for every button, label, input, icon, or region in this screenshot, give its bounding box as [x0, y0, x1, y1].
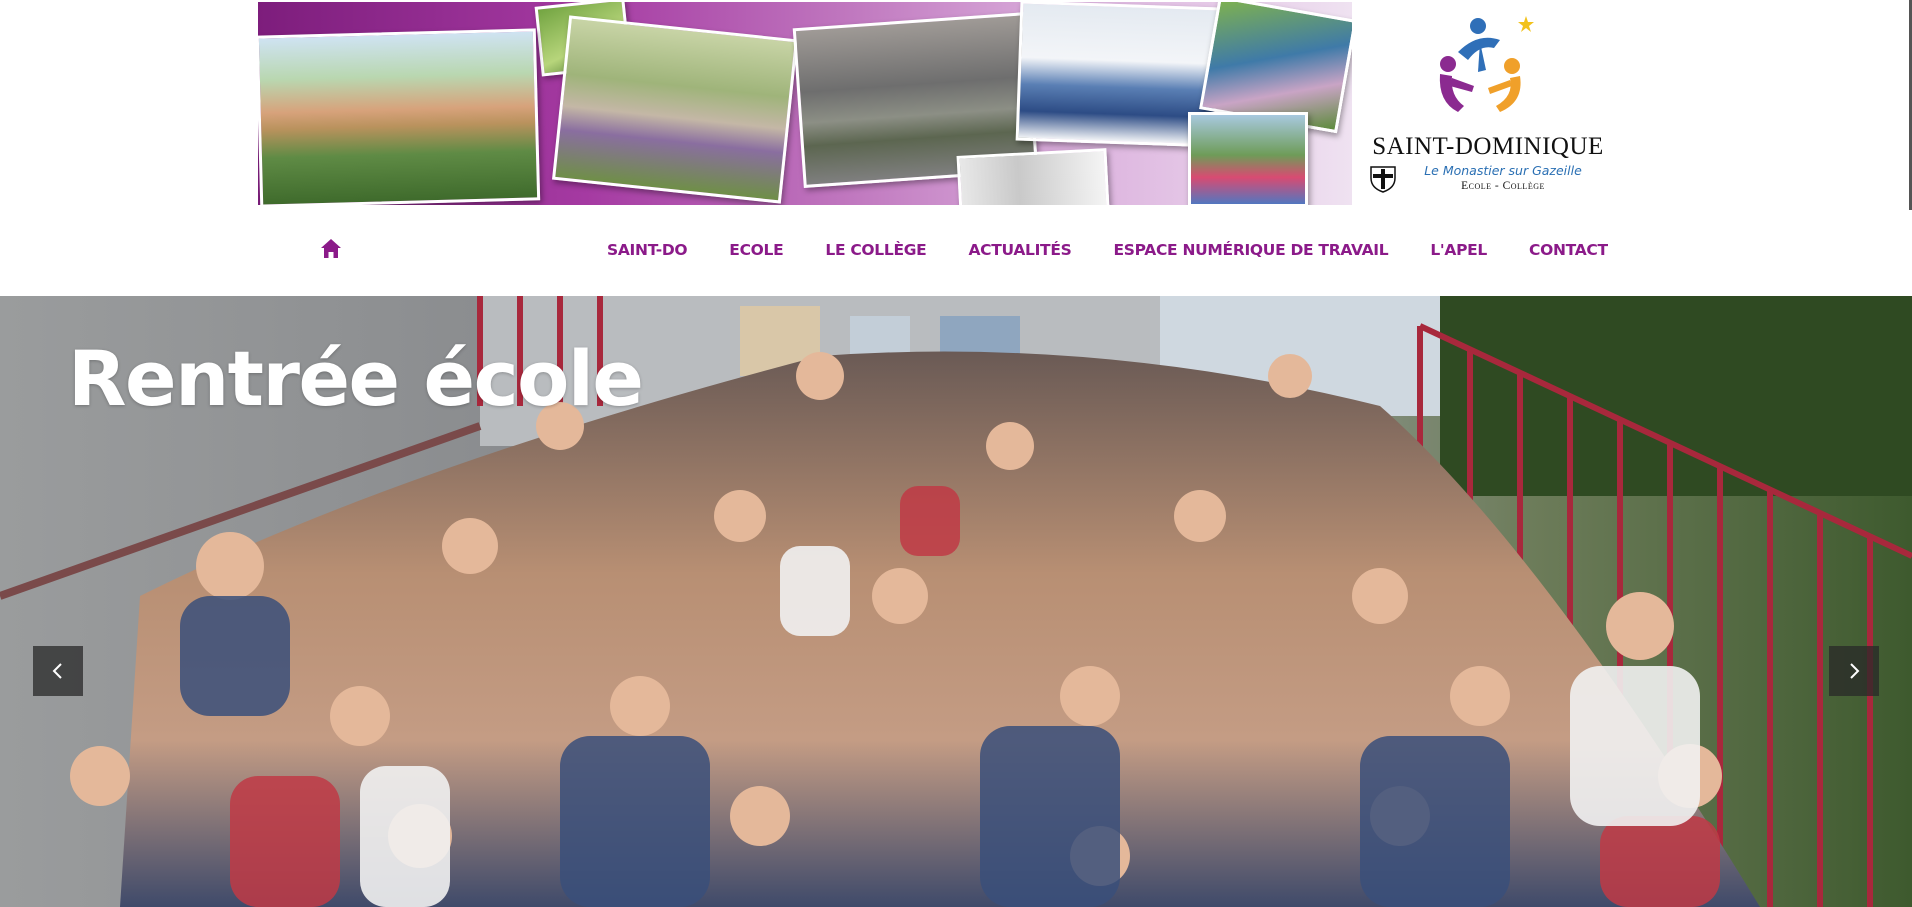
logo-figures-icon — [1439, 16, 1534, 112]
home-button[interactable] — [318, 236, 344, 262]
chevron-left-icon — [52, 663, 62, 679]
home-icon — [321, 239, 341, 258]
nav-item-contact[interactable]: CONTACT — [1529, 241, 1608, 259]
nav-item-college[interactable]: LE COLLÈGE — [825, 241, 926, 259]
nav-item-actualites[interactable]: ACTUALITÉS — [968, 241, 1071, 259]
nav-item-saint-do[interactable]: SAINT-DO — [607, 241, 688, 259]
chevron-right-icon — [1850, 663, 1860, 679]
hero-slider: Rentrée école — [0, 296, 1912, 907]
slider-prev-button[interactable] — [33, 646, 83, 696]
crest-icon — [1370, 166, 1396, 193]
slider-next-button[interactable] — [1829, 646, 1879, 696]
logo-location: Le Monastier sur Gazeille — [1424, 163, 1582, 178]
school-logo[interactable]: Saint-Dominique Le Monastier sur Gazeill… — [1368, 12, 1608, 202]
nav-menu: SAINT-DO ECOLE LE COLLÈGE ACTUALITÉS ESP… — [607, 226, 1608, 274]
photo-collage — [258, 2, 1352, 205]
nav-item-ecole[interactable]: ECOLE — [729, 241, 783, 259]
collage-photo-snow — [956, 148, 1110, 205]
nav-item-apel[interactable]: L'APEL — [1430, 241, 1487, 259]
header-banner: Saint-Dominique Le Monastier sur Gazeill… — [258, 2, 1608, 205]
collage-photo-village — [258, 28, 541, 205]
nav-item-ent[interactable]: ESPACE NUMÉRIQUE DE TRAVAIL — [1114, 241, 1389, 259]
collage-photo-race — [1188, 112, 1308, 205]
logo-school-name: Saint-Dominique — [1372, 133, 1604, 160]
site-header: Saint-Dominique Le Monastier sur Gazeill… — [0, 0, 1912, 296]
collage-photo-donkey-walk — [552, 15, 798, 204]
slide-title: Rentrée école — [68, 334, 644, 423]
main-navigation: SAINT-DO ECOLE LE COLLÈGE ACTUALITÉS ESP… — [258, 226, 1608, 274]
logo-level: Ecole - Collège — [1461, 180, 1545, 192]
